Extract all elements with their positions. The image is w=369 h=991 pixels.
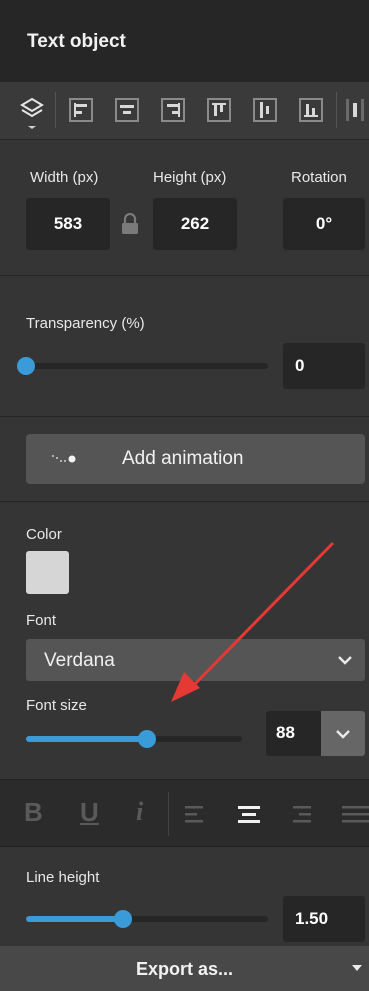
text-object-panel: Text object Width (px) 583 Height (px) 2…	[0, 0, 369, 991]
annotation-arrow	[171, 541, 335, 702]
